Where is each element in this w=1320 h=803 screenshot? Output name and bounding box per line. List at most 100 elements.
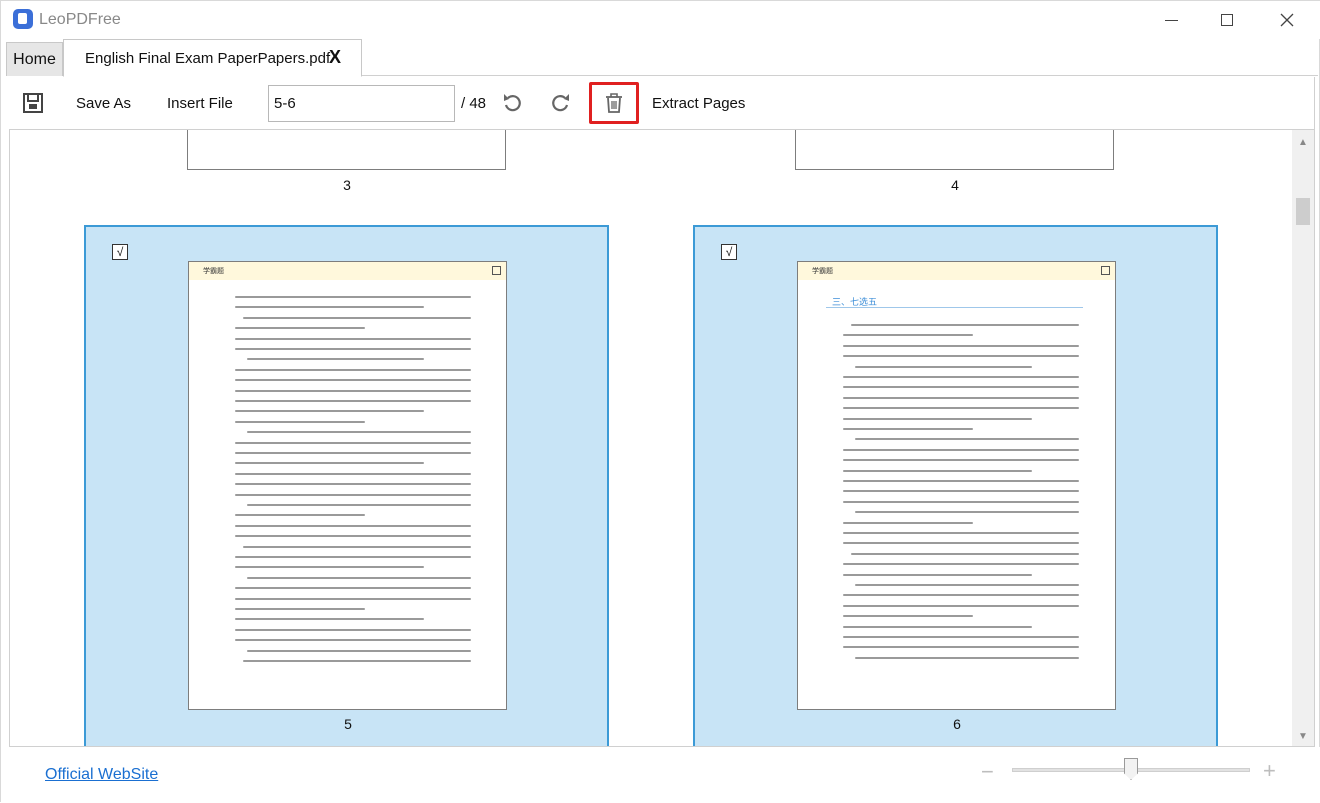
save-button[interactable] [22,77,44,129]
text-line [843,334,973,337]
text-line [843,615,973,618]
app-title: LeoPDFree [39,11,121,28]
maximize-button[interactable] [1199,1,1255,39]
zoom-out-button[interactable]: − [981,759,994,785]
text-line [235,618,424,621]
page-card-6-selected[interactable]: √ 学霸题 三、七选五 6 [693,225,1218,746]
undo-button[interactable] [502,77,524,129]
redo-icon [552,94,569,112]
text-line [235,462,424,465]
text-line [235,441,471,444]
page-thumbnails-view[interactable]: 3 4 √ 学霸题 5 √ 学霸题 三、七选五 6 ▲ ▼ [9,129,1315,747]
text-line [843,344,1079,347]
page-5-checkbox[interactable]: √ [112,244,128,260]
text-line [243,316,471,319]
page-number-4: 4 [951,177,959,193]
text-line [843,376,1079,378]
text-line [851,324,1079,326]
app-window: LeoPDFree Home English Final Exam PaperP… [0,0,1320,803]
zoom-in-button[interactable]: + [1263,758,1276,784]
tab-close-button[interactable]: X [329,47,341,68]
tab-document[interactable]: English Final Exam PaperPapers.pdf X [63,39,362,77]
text-line [235,566,424,569]
text-line [235,535,471,538]
extract-pages-button[interactable]: Extract Pages [652,77,745,129]
text-line [247,431,471,434]
toolbar: Save As Insert File / 48 Extract Pages [9,77,1315,129]
text-line [851,552,1079,555]
text-line [843,355,1079,358]
redo-button[interactable] [549,77,571,129]
text-line [843,521,973,524]
delete-pages-button[interactable] [589,82,639,124]
text-line [843,448,1079,451]
building-icon [492,266,501,275]
vertical-scrollbar[interactable]: ▲ ▼ [1292,130,1314,746]
title-bar: LeoPDFree [1,1,1320,39]
text-line [235,306,424,309]
text-line [243,660,471,662]
text-line [843,573,1032,576]
page-number-6: 6 [953,716,961,732]
text-line [855,656,1079,659]
page-header-label: 学霸题 [812,268,833,275]
text-line [235,514,365,517]
page-thumbnail-3[interactable] [187,130,506,170]
page-thumbnail-5[interactable]: 学霸题 [188,261,507,710]
save-icon [23,93,43,113]
text-line [843,625,1032,628]
text-line [843,386,1079,389]
page-6-checkbox[interactable]: √ [721,244,737,260]
text-line [235,327,365,330]
text-line [843,594,1079,597]
tab-document-label: English Final Exam PaperPapers.pdf [85,49,331,67]
tab-home[interactable]: Home [6,42,63,76]
text-line [843,604,1079,607]
text-line [243,545,471,548]
text-line [235,472,471,475]
text-line [235,296,471,298]
text-line [247,649,471,652]
text-line [235,452,471,454]
page-header-band: 学霸题 [189,262,506,280]
close-window-button[interactable] [1259,1,1315,39]
page-thumbnail-4[interactable] [795,130,1114,170]
section-rule [826,307,1083,308]
undo-icon [504,94,521,112]
minimize-button[interactable] [1143,1,1199,39]
text-line [843,459,1079,462]
text-line [235,556,471,558]
scroll-up-icon[interactable]: ▲ [1292,134,1314,150]
text-line [843,490,1079,493]
text-line [235,337,471,340]
trash-icon [606,93,622,113]
text-line [235,597,471,600]
page-range-input[interactable] [268,85,455,122]
text-line [247,576,471,579]
page-thumbnail-6[interactable]: 学霸题 三、七选五 [797,261,1116,710]
page-header-band: 学霸题 [798,262,1115,280]
text-line [247,504,471,506]
scroll-down-icon[interactable]: ▼ [1292,728,1314,744]
text-line [235,348,471,350]
text-line [235,628,471,631]
text-line [855,438,1079,441]
total-pages-label: / 48 [461,94,487,112]
insert-file-button[interactable]: Insert File [167,77,233,129]
text-line [843,480,1079,482]
scroll-thumb[interactable] [1296,198,1310,225]
close-icon [1280,13,1294,27]
text-line [235,608,365,610]
text-line [843,563,1079,566]
zoom-slider-handle[interactable] [1124,758,1138,780]
text-line [843,407,1079,410]
text-line [855,584,1079,586]
official-website-link[interactable]: Official WebSite [45,766,158,784]
page-number-5: 5 [344,716,352,732]
page-card-5-selected[interactable]: √ 学霸题 5 [84,225,609,746]
text-line [235,524,471,527]
text-line [235,587,471,590]
save-as-button[interactable]: Save As [76,77,131,129]
text-line [843,500,1079,503]
text-line [235,639,471,642]
